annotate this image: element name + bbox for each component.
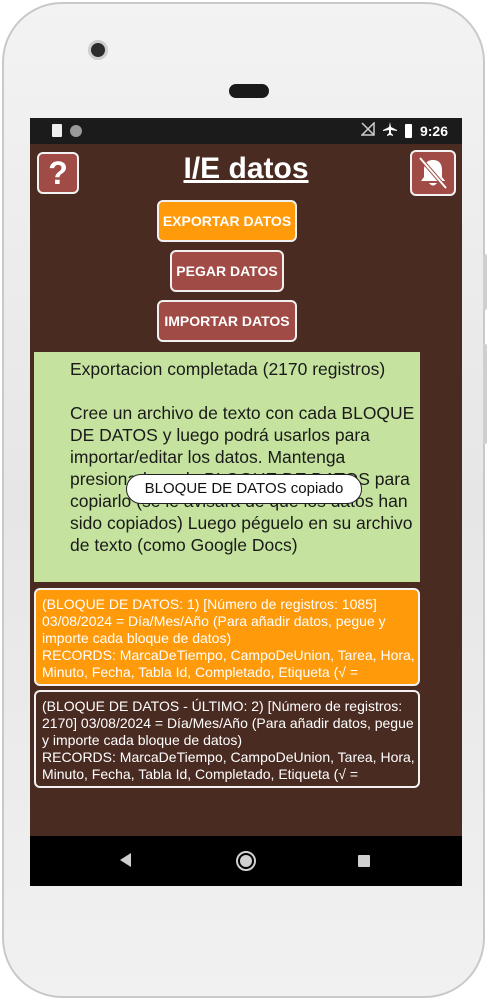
back-triangle-icon[interactable] [120,853,131,867]
sim-card-icon [52,124,62,137]
import-data-button[interactable]: IMPORTAR DATOS [157,300,297,342]
screen: 9:26 ? I/E datos EXPORTAR DATOS PEGAR DA… [30,118,462,886]
data-block-header: (BLOQUE DE DATOS: 1) [Número de registro… [42,596,386,646]
data-block-records: RECORDS: MarcaDeTiempo, CampoDeUnion, Ta… [42,749,415,782]
earpiece-speaker [229,84,269,98]
data-block-header: (BLOQUE DE DATOS - ÚLTIMO: 2) [Número de… [42,698,414,748]
export-status-text: Exportacion completada (2170 registros) [70,359,386,379]
copied-toast: BLOQUE DE DATOS copiado [126,474,362,504]
phone-frame: 9:26 ? I/E datos EXPORTAR DATOS PEGAR DA… [2,2,487,998]
front-camera [88,40,108,60]
export-data-button[interactable]: EXPORTAR DATOS [157,200,297,242]
export-info-panel: Exportacion completada (2170 registros) … [34,352,420,582]
page-title: I/E datos [183,152,309,185]
no-signal-icon [360,121,375,139]
paste-data-button[interactable]: PEGAR DATOS [170,250,284,292]
status-time: 9:26 [419,122,448,139]
navigation-bar [30,836,462,886]
power-button [483,254,487,310]
home-circle-icon[interactable] [236,851,256,871]
volume-button [483,344,487,444]
battery-icon [404,123,412,138]
circle-dot-icon [70,124,82,137]
data-block-2[interactable]: (BLOQUE DE DATOS - ÚLTIMO: 2) [Número de… [34,690,420,788]
airplane-icon [382,122,397,139]
status-bar: 9:26 [30,118,462,144]
bell-off-icon [418,156,448,190]
recents-square-icon[interactable] [358,855,370,867]
mute-notifications-button[interactable] [410,150,456,196]
data-block-1[interactable]: (BLOQUE DE DATOS: 1) [Número de registro… [34,588,420,686]
data-block-records: RECORDS: MarcaDeTiempo, CampoDeUnion, Ta… [42,647,415,680]
